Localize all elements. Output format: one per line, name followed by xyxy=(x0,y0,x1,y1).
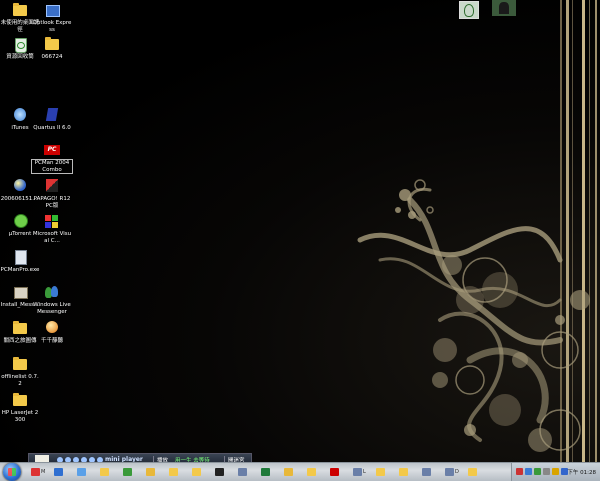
utorrent-icon xyxy=(12,213,28,229)
pcmanpro-icon xyxy=(12,249,28,265)
folder-icon xyxy=(100,468,109,476)
taskbar-button[interactable] xyxy=(283,466,295,478)
outlook-express-icon xyxy=(44,2,60,18)
system-tray: 下午 01:28 xyxy=(511,463,600,481)
taskbar-button-label: L xyxy=(363,469,366,475)
folder-icon xyxy=(399,468,408,476)
taskbar-button[interactable] xyxy=(237,466,249,478)
explorer-icon xyxy=(146,468,155,476)
folder-icon xyxy=(44,36,60,52)
folder-icon xyxy=(12,392,28,408)
desktop-icon-label: 066724 xyxy=(41,54,63,60)
desktop[interactable]: 未使用的桌面捷徑 Outlook Express 資源回收筒 066724 iT… xyxy=(0,0,600,462)
desktop-icon-066724[interactable]: 066724 xyxy=(32,36,72,61)
tray-icon[interactable] xyxy=(543,468,550,475)
terminal-icon xyxy=(215,468,224,476)
taskbar-clock[interactable]: 下午 01:28 xyxy=(567,468,596,476)
desktop-icon-label: PAPAGO! R12 PC版 xyxy=(33,196,71,209)
folder-icon xyxy=(169,468,178,476)
desktop-icon-windows-live-messenger[interactable]: Windows Live Messenger xyxy=(32,284,72,315)
desktop-icon-label: Windows Live Messenger xyxy=(33,302,71,315)
app-icon xyxy=(445,468,454,476)
folder-icon xyxy=(376,468,385,476)
folder-icon xyxy=(12,2,28,18)
messenger-icon xyxy=(123,468,132,476)
taskbar-button-label: D xyxy=(455,469,459,475)
wallpaper-swirl xyxy=(357,0,597,462)
itunes-icon xyxy=(77,468,86,476)
taskbar: M L D 下午 01:28 xyxy=(0,462,600,481)
taskbar-button[interactable] xyxy=(329,466,341,478)
desktop-icon-label: Quartus II 6.0 xyxy=(33,125,71,131)
tray-icon[interactable] xyxy=(525,468,532,475)
explorer-icon xyxy=(284,468,293,476)
ie-icon xyxy=(54,468,63,476)
taskbar-button[interactable] xyxy=(467,466,479,478)
excel-icon xyxy=(261,468,270,476)
taskbar-button[interactable] xyxy=(375,466,387,478)
folder-icon xyxy=(307,468,316,476)
recycle-bin-icon xyxy=(12,36,28,53)
taskbar-button[interactable] xyxy=(76,466,88,478)
app-icon xyxy=(353,468,362,476)
desktop-icon-label: Microsoft Visual C... xyxy=(32,231,72,244)
desktop-icon-label: HP LaserJet 2300 xyxy=(1,410,39,423)
desktop-icon-outlook-express[interactable]: Outlook Express xyxy=(32,2,72,33)
folder-icon xyxy=(468,468,477,476)
taskbar-button[interactable] xyxy=(191,466,203,478)
desktop-icon-ttplayer[interactable]: 千千靜聽 xyxy=(32,320,72,345)
taskbar-button[interactable] xyxy=(260,466,272,478)
taskbar-button[interactable] xyxy=(398,466,410,478)
desktop-icon-pcmanpro[interactable]: PCManPro.exe xyxy=(0,249,40,274)
folder-icon xyxy=(192,468,201,476)
tray-icon[interactable] xyxy=(534,468,541,475)
photo-gadget-icon xyxy=(499,2,509,14)
pcman-icon: PC xyxy=(44,142,60,158)
desktop-icon-quartus[interactable]: Quartus II 6.0 xyxy=(32,107,72,132)
messenger-icon xyxy=(44,284,60,300)
taskbar-button-label: M xyxy=(41,469,46,475)
desktop-icon-hp-laserjet[interactable]: HP LaserJet 2300 xyxy=(0,392,40,423)
tray-icon[interactable] xyxy=(552,468,559,475)
taskbar-button[interactable] xyxy=(145,466,157,478)
quartus-icon xyxy=(44,107,60,123)
folder-icon xyxy=(12,320,28,336)
desktop-icon-label: PCMan 2004 Combo xyxy=(31,159,73,174)
app-icon xyxy=(238,468,247,476)
desktop-icon-label: offlinelist 0.7.2 xyxy=(1,374,39,387)
gadget-photo[interactable] xyxy=(492,0,516,16)
taskbar-button[interactable] xyxy=(421,466,433,478)
gmail-icon xyxy=(31,468,40,476)
desktop-icon-papago[interactable]: PAPAGO! R12 PC版 xyxy=(32,178,72,209)
desktop-icon-label: PCManPro.exe xyxy=(0,267,40,273)
papago-icon xyxy=(44,178,60,194)
taskbar-button[interactable] xyxy=(122,466,134,478)
desktop-icon-visual-c[interactable]: Microsoft Visual C... xyxy=(32,213,72,244)
pcman-icon xyxy=(330,468,339,476)
itunes-icon xyxy=(12,107,28,123)
internet-shortcut-icon xyxy=(12,178,28,194)
taskbar-button[interactable]: L xyxy=(352,466,366,478)
desktop-icon-label: 千千靜聽 xyxy=(40,338,63,344)
ttplayer-icon xyxy=(44,320,60,336)
visual-c-icon xyxy=(44,213,60,229)
tree-gadget-icon xyxy=(464,4,474,17)
app-icon xyxy=(422,468,431,476)
tray-icon[interactable] xyxy=(516,468,523,475)
taskbar-button[interactable] xyxy=(168,466,180,478)
taskbar-button[interactable]: M xyxy=(30,466,46,478)
gadget-tree[interactable] xyxy=(459,1,479,19)
taskbar-button[interactable]: D xyxy=(444,466,459,478)
taskbar-button[interactable] xyxy=(53,466,65,478)
taskbar-button[interactable] xyxy=(306,466,318,478)
taskbar-button[interactable] xyxy=(214,466,226,478)
windows-logo-icon xyxy=(8,468,16,476)
desktop-icon-offlinelist[interactable]: offlinelist 0.7.2 xyxy=(0,356,40,387)
folder-icon xyxy=(12,356,28,372)
taskbar-button[interactable] xyxy=(99,466,111,478)
installer-icon xyxy=(12,284,28,300)
desktop-icon-label: Outlook Express xyxy=(32,20,72,33)
desktop-icon-pcman-combo[interactable]: PC PCMan 2004 Combo xyxy=(31,142,73,174)
start-button[interactable] xyxy=(3,463,21,481)
